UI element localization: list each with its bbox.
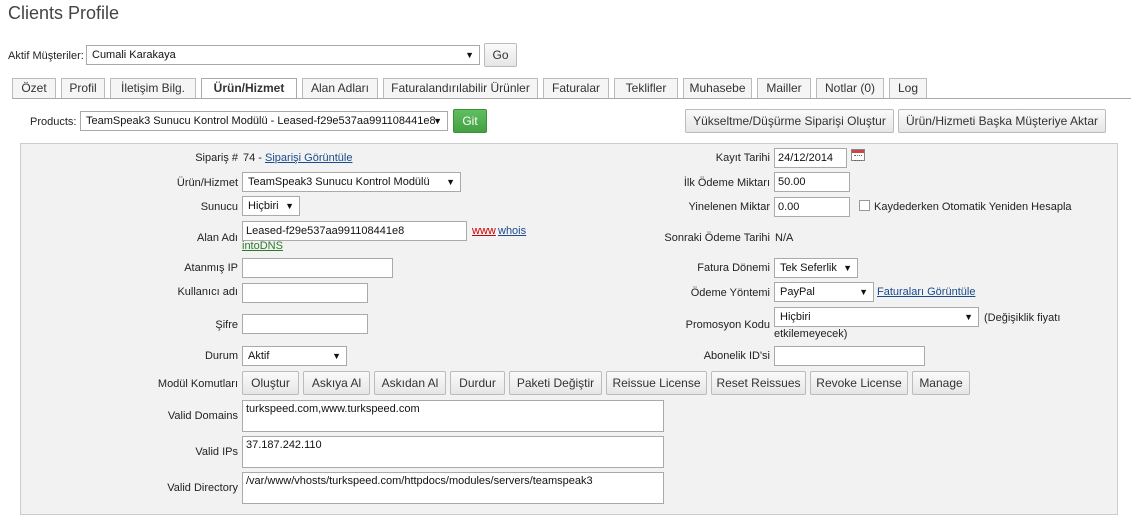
first-payment-label: İlk Ödeme Miktarı xyxy=(683,177,770,189)
product-service-value: TeamSpeak3 Sunucu Kontrol Modülü xyxy=(248,176,430,188)
git-button[interactable]: Git xyxy=(453,109,487,133)
status-select[interactable]: Aktif ▼ xyxy=(242,346,347,366)
calendar-icon[interactable] xyxy=(851,149,865,161)
valid-domains-textarea[interactable]: turkspeed.com,www.turkspeed.com xyxy=(242,400,664,432)
manage-button[interactable]: Manage xyxy=(912,371,970,395)
promo-code-value: Hiçbiri xyxy=(780,311,811,323)
page-title: Clients Profile xyxy=(8,3,120,23)
promo-code-select[interactable]: Hiçbiri ▼ xyxy=(774,307,979,327)
create-button[interactable]: Oluştur xyxy=(242,371,299,395)
module-commands-label: Modül Komutları xyxy=(157,378,238,390)
password-label: Şifre xyxy=(215,319,238,331)
chevron-down-icon: ▼ xyxy=(465,50,474,60)
valid-directory-label: Valid Directory xyxy=(167,482,238,494)
reg-date-label: Kayıt Tarihi xyxy=(715,152,770,164)
domain-label: Alan Adı xyxy=(197,232,238,244)
ip-label: Atanmış IP xyxy=(184,262,238,274)
billing-cycle-label: Fatura Dönemi xyxy=(697,262,770,274)
view-invoices-link[interactable]: Faturaları Görüntüle xyxy=(877,286,975,298)
domain-input[interactable]: Leased-f29e537aa991108441e8 xyxy=(242,221,467,241)
transfer-service-button[interactable]: Ürün/Hizmeti Başka Müşteriye Aktar xyxy=(898,109,1106,133)
tab-divider xyxy=(12,98,1131,99)
username-label: Kullanıcı adı xyxy=(177,286,238,298)
status-value: Aktif xyxy=(248,350,270,362)
chevron-down-icon: ▼ xyxy=(285,201,294,211)
tab-urun-hizmet[interactable]: Ürün/Hizmet xyxy=(201,78,297,99)
terminate-button[interactable]: Durdur xyxy=(450,371,505,395)
chevron-down-icon: ▼ xyxy=(843,263,852,273)
subscription-id-label: Abonelik ID'si xyxy=(703,350,770,362)
billing-cycle-select[interactable]: Tek Seferlik ▼ xyxy=(774,258,858,278)
payment-method-label: Ödeme Yöntemi xyxy=(690,287,770,299)
domain-www-link[interactable]: www xyxy=(472,225,496,237)
payment-method-select[interactable]: PayPal ▼ xyxy=(774,282,874,302)
order-value: 74 - Siparişi Görüntüle xyxy=(243,152,353,164)
product-select[interactable]: TeamSpeak3 Sunucu Kontrol Modülü - Lease… xyxy=(80,111,448,131)
product-label: Ürün/Hizmet xyxy=(176,177,238,189)
chevron-down-icon: ▼ xyxy=(859,287,868,297)
status-label: Durum xyxy=(204,350,238,362)
client-select[interactable]: Cumali Karakaya ▼ xyxy=(86,45,480,65)
chevron-down-icon: ▼ xyxy=(964,312,973,322)
reg-date-input[interactable]: 24/12/2014 xyxy=(774,148,847,168)
tab-faturalandirilabilir[interactable]: Faturalandırılabilir Ürünler xyxy=(383,78,538,98)
order-label: Sipariş # xyxy=(195,152,238,164)
chevron-down-icon: ▼ xyxy=(433,116,442,126)
recurring-amount-input[interactable]: 0.00 xyxy=(774,197,850,217)
tab-faturalar[interactable]: Faturalar xyxy=(543,78,609,98)
products-label: Products: xyxy=(30,116,77,128)
unsuspend-button[interactable]: Askıdan Al xyxy=(374,371,446,395)
change-package-button[interactable]: Paketi Değiştir xyxy=(509,371,602,395)
tab-notlar[interactable]: Notlar (0) xyxy=(816,78,884,98)
payment-method-value: PayPal xyxy=(780,286,815,298)
valid-ips-label: Valid IPs xyxy=(195,446,238,458)
username-input[interactable] xyxy=(242,283,368,303)
valid-domains-label: Valid Domains xyxy=(167,410,238,422)
auto-recalc-label: Kaydederken Otomatik Yeniden Hesapla xyxy=(874,201,1072,213)
tab-ozet[interactable]: Özet xyxy=(12,78,56,98)
client-select-label: Aktif Müşteriler: xyxy=(8,50,84,62)
server-select[interactable]: Hiçbiri ▼ xyxy=(242,196,300,216)
reset-reissues-button[interactable]: Reset Reissues xyxy=(711,371,806,395)
billing-cycle-value: Tek Seferlik xyxy=(780,262,837,274)
server-label: Sunucu xyxy=(200,201,238,213)
tab-muhasebe[interactable]: Muhasebe xyxy=(683,78,752,98)
auto-recalc-checkbox[interactable] xyxy=(859,200,870,211)
product-select-value: TeamSpeak3 Sunucu Kontrol Modülü - Lease… xyxy=(86,115,436,127)
next-due-value: N/A xyxy=(775,232,794,244)
subscription-id-input[interactable] xyxy=(774,346,925,366)
password-input[interactable] xyxy=(242,314,368,334)
promo-code-label: Promosyon Kodu xyxy=(685,319,770,331)
suspend-button[interactable]: Askıya Al xyxy=(303,371,370,395)
product-service-select[interactable]: TeamSpeak3 Sunucu Kontrol Modülü ▼ xyxy=(242,172,461,192)
promo-note-line1: (Değişiklik fiyatı xyxy=(984,312,1061,324)
recurring-amount-label: Yinelenen Miktar xyxy=(688,201,770,213)
go-button[interactable]: Go xyxy=(484,43,517,67)
promo-note-line2: etkilemeyecek) xyxy=(774,328,848,340)
tab-mailler[interactable]: Mailler xyxy=(757,78,811,98)
next-due-label: Sonraki Ödeme Tarihi xyxy=(664,232,770,244)
tab-alan-adlari[interactable]: Alan Adları xyxy=(302,78,378,98)
domain-whois-link[interactable]: whois xyxy=(498,225,526,237)
view-order-link[interactable]: Siparişi Görüntüle xyxy=(265,152,352,164)
client-select-value: Cumali Karakaya xyxy=(92,49,176,61)
server-value: Hiçbiri xyxy=(248,200,279,212)
upgrade-order-button[interactable]: Yükseltme/Düşürme Siparişi Oluştur xyxy=(685,109,894,133)
tab-profil[interactable]: Profil xyxy=(61,78,105,98)
reissue-license-button[interactable]: Reissue License xyxy=(606,371,707,395)
chevron-down-icon: ▼ xyxy=(332,351,341,361)
domain-intodns-link[interactable]: intoDNS xyxy=(242,240,283,252)
valid-directory-textarea[interactable]: /var/www/vhosts/turkspeed.com/httpdocs/m… xyxy=(242,472,664,504)
revoke-license-button[interactable]: Revoke License xyxy=(810,371,908,395)
tab-iletisim[interactable]: İletişim Bilg. xyxy=(110,78,196,98)
assigned-ip-input[interactable] xyxy=(242,258,393,278)
tab-teklifler[interactable]: Teklifler xyxy=(614,78,678,98)
valid-ips-textarea[interactable]: 37.187.242.110 xyxy=(242,436,664,468)
tab-log[interactable]: Log xyxy=(889,78,927,98)
chevron-down-icon: ▼ xyxy=(446,177,455,187)
first-payment-input[interactable]: 50.00 xyxy=(774,172,850,192)
